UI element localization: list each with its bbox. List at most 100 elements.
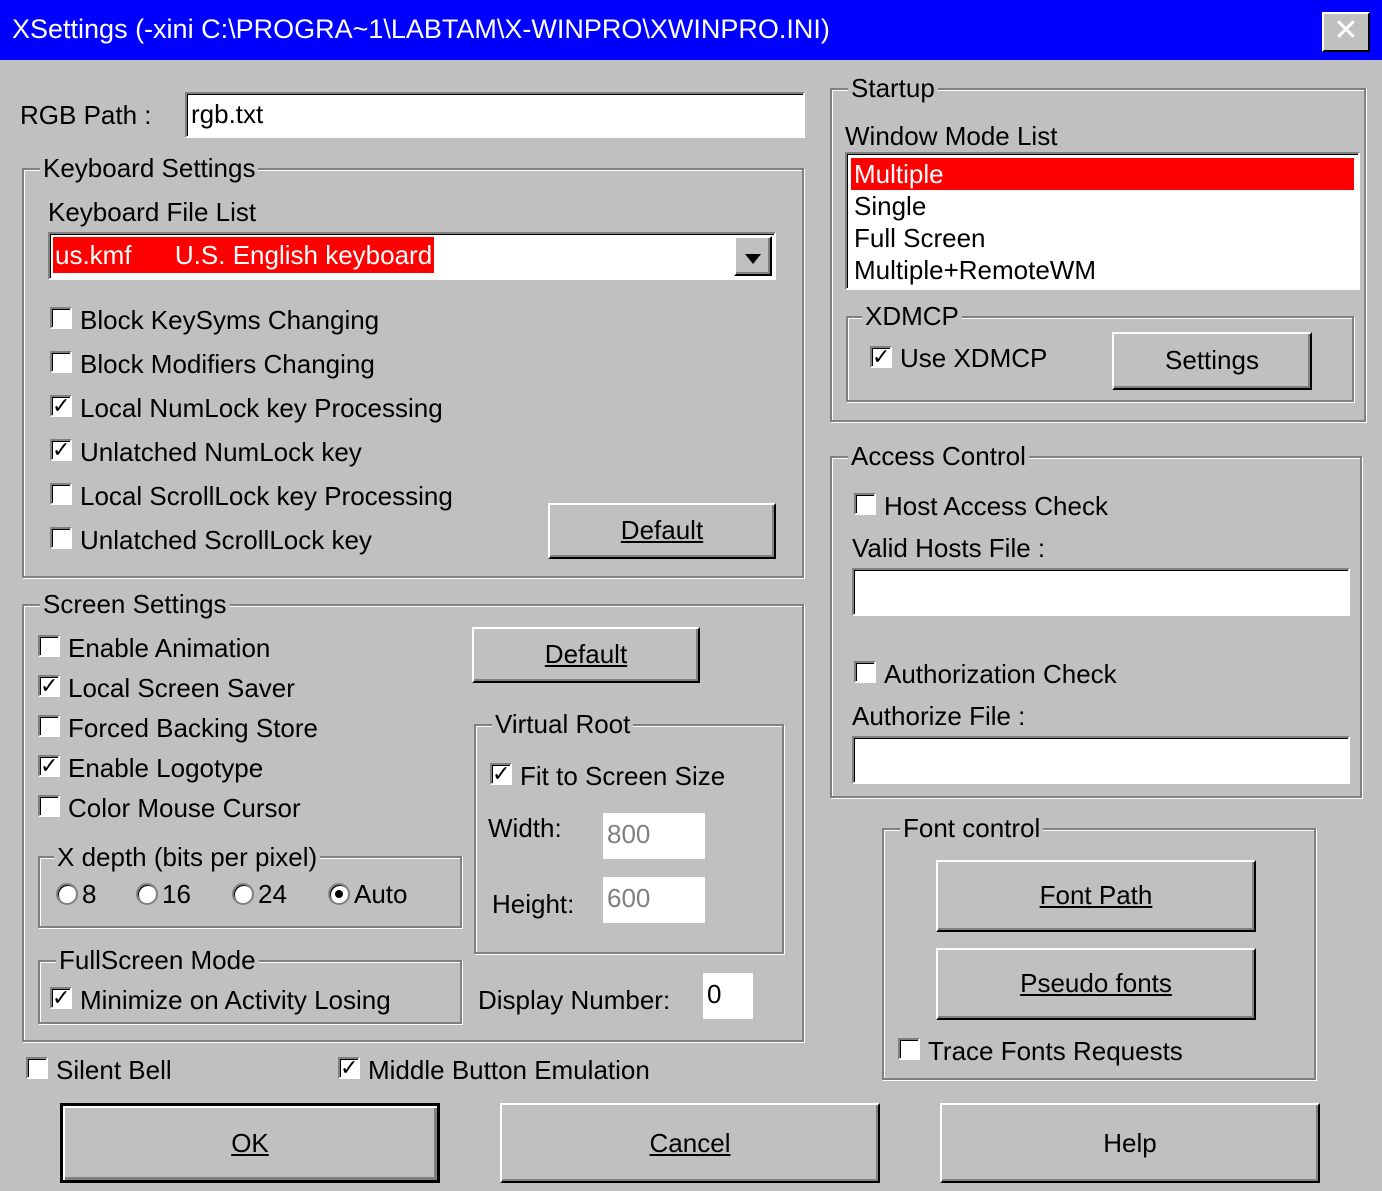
checkmark-icon: ✓ [52, 393, 71, 418]
local-scrolllock-label: Local ScrollLock key Processing [80, 481, 453, 511]
title-bar: XSettings (-xini C:\PROGRA~1\LABTAM\X-WI… [0, 0, 1382, 60]
keyboard-default-button[interactable]: Default [548, 503, 776, 559]
minimize-on-activity-label: Minimize on Activity Losing [80, 985, 391, 1015]
authorize-file-label: Authorize File : [852, 701, 1026, 731]
screen-default-label: Default [544, 639, 628, 669]
list-item-single[interactable]: Single [851, 190, 1354, 222]
x-depth-title: X depth (bits per pixel) [54, 842, 321, 872]
unlatched-numlock-label: Unlatched NumLock key [80, 437, 362, 467]
screen-default-button[interactable]: Default [472, 627, 700, 683]
valid-hosts-file-input[interactable] [852, 568, 1350, 616]
authorization-check-label: Authorization Check [884, 659, 1117, 689]
font-control-title: Font control [900, 813, 1044, 843]
width-label: Width: [488, 813, 562, 843]
display-number-label: Display Number: [478, 985, 671, 1015]
ok-label: OK [231, 1128, 269, 1158]
authorization-check-checkbox[interactable] [854, 661, 876, 683]
close-icon: ✕ [1333, 14, 1359, 47]
xdmcp-title: XDMCP [862, 301, 962, 331]
trace-fonts-label: Trace Fonts Requests [928, 1036, 1183, 1066]
color-mouse-cursor-checkbox[interactable] [38, 795, 60, 817]
checkmark-icon: ✓ [52, 437, 71, 462]
display-number-input[interactable]: 0 [702, 972, 754, 1020]
block-keysyms-label: Block KeySyms Changing [80, 305, 380, 335]
close-button[interactable]: ✕ [1322, 12, 1370, 52]
window-mode-listbox[interactable]: Multiple Single Full Screen Multiple+Rem… [845, 152, 1360, 290]
width-input[interactable]: 800 [602, 812, 706, 860]
unlatched-numlock-checkbox[interactable]: ✓ [50, 439, 72, 461]
minimize-on-activity-checkbox[interactable]: ✓ [50, 987, 72, 1009]
keyboard-file-select[interactable]: us.kmf U.S. English keyboard [48, 232, 776, 280]
radio-selected-dot [335, 890, 343, 898]
unlatched-scrolllock-checkbox[interactable] [50, 527, 72, 549]
list-item-multiple[interactable]: Multiple [851, 158, 1354, 190]
middle-button-emulation-checkbox[interactable]: ✓ [338, 1057, 360, 1079]
local-screen-saver-label: Local Screen Saver [68, 673, 295, 703]
startup-title: Startup [848, 73, 938, 103]
pseudo-fonts-button[interactable]: Pseudo fonts [936, 948, 1256, 1020]
depth-24-radio[interactable] [232, 883, 254, 905]
checkmark-icon: ✓ [52, 985, 71, 1010]
trace-fonts-checkbox[interactable] [898, 1038, 920, 1060]
block-modifiers-checkbox[interactable] [50, 351, 72, 373]
ok-button[interactable]: OK [60, 1103, 440, 1183]
host-access-check-checkbox[interactable] [854, 493, 876, 515]
fit-to-screen-label: Fit to Screen Size [520, 761, 726, 791]
xdmcp-settings-label: Settings [1165, 345, 1259, 375]
local-numlock-checkbox[interactable]: ✓ [50, 395, 72, 417]
chevron-down-icon [745, 254, 761, 264]
valid-hosts-file-label: Valid Hosts File : [852, 533, 1046, 563]
list-item-multiple-remotewm[interactable]: Multiple+RemoteWM [851, 254, 1354, 286]
enable-animation-label: Enable Animation [68, 633, 271, 663]
keyboard-settings-title: Keyboard Settings [40, 153, 259, 183]
depth-16-label: 16 [162, 879, 191, 909]
checkmark-icon: ✓ [40, 673, 59, 698]
checkmark-icon: ✓ [340, 1055, 359, 1080]
cancel-button[interactable]: Cancel [500, 1103, 880, 1183]
block-keysyms-checkbox[interactable] [50, 307, 72, 329]
keyboard-default-label: Default [620, 515, 704, 545]
virtual-root-title: Virtual Root [492, 709, 634, 739]
help-button[interactable]: Help [940, 1103, 1320, 1183]
fit-to-screen-checkbox[interactable]: ✓ [490, 763, 512, 785]
depth-24-label: 24 [258, 879, 287, 909]
checkmark-icon: ✓ [492, 761, 511, 786]
local-numlock-label: Local NumLock key Processing [80, 393, 443, 423]
enable-animation-checkbox[interactable] [38, 635, 60, 657]
window-mode-list-label: Window Mode List [845, 121, 1058, 151]
checkmark-icon: ✓ [40, 753, 59, 778]
local-screen-saver-checkbox[interactable]: ✓ [38, 675, 60, 697]
rgb-path-input[interactable]: rgb.txt [185, 92, 805, 138]
depth-8-label: 8 [82, 879, 97, 909]
use-xdmcp-label: Use XDMCP [900, 343, 1048, 373]
checkmark-icon: ✓ [872, 344, 891, 369]
font-path-button[interactable]: Font Path [936, 860, 1256, 932]
forced-backing-store-checkbox[interactable] [38, 715, 60, 737]
access-control-title: Access Control [848, 441, 1029, 471]
use-xdmcp-checkbox[interactable]: ✓ [870, 346, 892, 368]
forced-backing-store-label: Forced Backing Store [68, 713, 319, 743]
local-scrolllock-checkbox[interactable] [50, 483, 72, 505]
block-modifiers-label: Block Modifiers Changing [80, 349, 375, 379]
authorize-file-input[interactable] [852, 736, 1350, 784]
list-item-full-screen[interactable]: Full Screen [851, 222, 1354, 254]
xdmcp-settings-button[interactable]: Settings [1112, 332, 1312, 390]
depth-8-radio[interactable] [56, 883, 78, 905]
enable-logotype-label: Enable Logotype [68, 753, 264, 783]
help-label: Help [1103, 1128, 1157, 1158]
unlatched-scrolllock-label: Unlatched ScrollLock key [80, 525, 372, 555]
depth-auto-radio[interactable] [328, 883, 350, 905]
silent-bell-label: Silent Bell [56, 1055, 172, 1085]
depth-16-radio[interactable] [136, 883, 158, 905]
enable-logotype-checkbox[interactable]: ✓ [38, 755, 60, 777]
height-label: Height: [492, 889, 575, 919]
height-input[interactable]: 600 [602, 876, 706, 924]
middle-button-emulation-label: Middle Button Emulation [368, 1055, 650, 1085]
pseudo-fonts-label: Pseudo fonts [1020, 968, 1172, 998]
host-access-check-label: Host Access Check [884, 491, 1108, 521]
screen-settings-title: Screen Settings [40, 589, 230, 619]
keyboard-dropdown-button[interactable] [734, 236, 772, 276]
keyboard-file-list-label: Keyboard File List [48, 197, 257, 227]
fullscreen-mode-title: FullScreen Mode [56, 945, 259, 975]
silent-bell-checkbox[interactable] [26, 1057, 48, 1079]
